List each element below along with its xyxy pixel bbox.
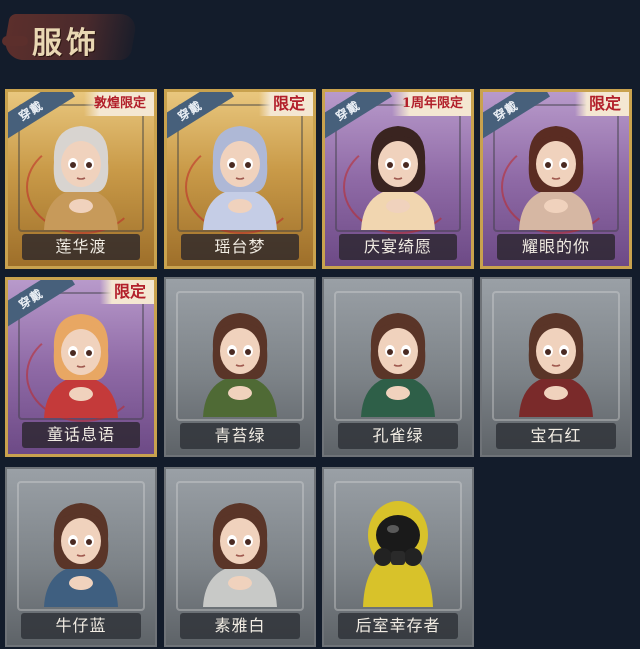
costume-card[interactable]: 穿戴 限定 童话息语 [5,277,157,457]
costume-card[interactable]: 穿戴 限定 瑶台梦 [164,89,316,269]
costume-name: 瑶台梦 [181,234,299,260]
character-portrait-icon [203,126,277,230]
costume-card[interactable]: 穿戴 限定 耀眼的你 [480,89,632,269]
character-portrait-icon [519,313,593,417]
costume-name: 庆宴绮愿 [339,234,457,260]
limited-badge: 限定 [258,92,313,116]
costume-portrait [343,487,453,607]
costume-portrait [26,487,136,607]
costume-grid: 穿戴 敦煌限定 莲华渡 穿戴 限定 瑶台梦 穿戴 1周年限定 庆宴绮愿 穿戴 限定 耀眼的你 [0,0,640,649]
character-portrait-icon [203,313,277,417]
costume-card[interactable]: 素雅白 [164,467,316,647]
costume-portrait [501,297,611,417]
costume-name: 耀眼的你 [497,234,615,260]
costume-portrait [185,297,295,417]
limited-badge: 敦煌限定 [83,92,154,116]
character-portrait-icon [519,126,593,230]
costume-card[interactable]: 穿戴 1周年限定 庆宴绮愿 [322,89,474,269]
limited-badge: 1周年限定 [391,92,471,116]
character-portrait-icon [44,503,118,607]
costume-name: 青苔绿 [180,423,300,449]
costume-name: 素雅白 [180,613,300,639]
costume-name: 后室幸存者 [338,613,458,639]
costume-name: 孔雀绿 [338,423,458,449]
costume-name: 宝石红 [496,423,616,449]
costume-card[interactable]: 孔雀绿 [322,277,474,457]
costume-portrait [185,110,295,230]
costume-portrait [185,487,295,607]
hazmat-portrait-icon [363,501,433,607]
character-portrait-icon [203,503,277,607]
character-portrait-icon [361,126,435,230]
character-portrait-icon [44,126,118,230]
character-portrait-icon [44,314,118,418]
costume-card[interactable]: 宝石红 [480,277,632,457]
costume-portrait [501,110,611,230]
costume-card[interactable]: 牛仔蓝 [5,467,157,647]
costume-card[interactable]: 后室幸存者 [322,467,474,647]
limited-badge: 限定 [99,280,154,304]
costume-card[interactable]: 穿戴 敦煌限定 莲华渡 [5,89,157,269]
costume-portrait [26,298,136,418]
costume-portrait [343,110,453,230]
character-portrait-icon [361,313,435,417]
costume-name: 莲华渡 [22,234,140,260]
limited-badge: 限定 [574,92,629,116]
costume-portrait [343,297,453,417]
costume-name: 牛仔蓝 [21,613,141,639]
costume-card[interactable]: 青苔绿 [164,277,316,457]
costume-name: 童话息语 [22,422,140,448]
costume-portrait [26,110,136,230]
